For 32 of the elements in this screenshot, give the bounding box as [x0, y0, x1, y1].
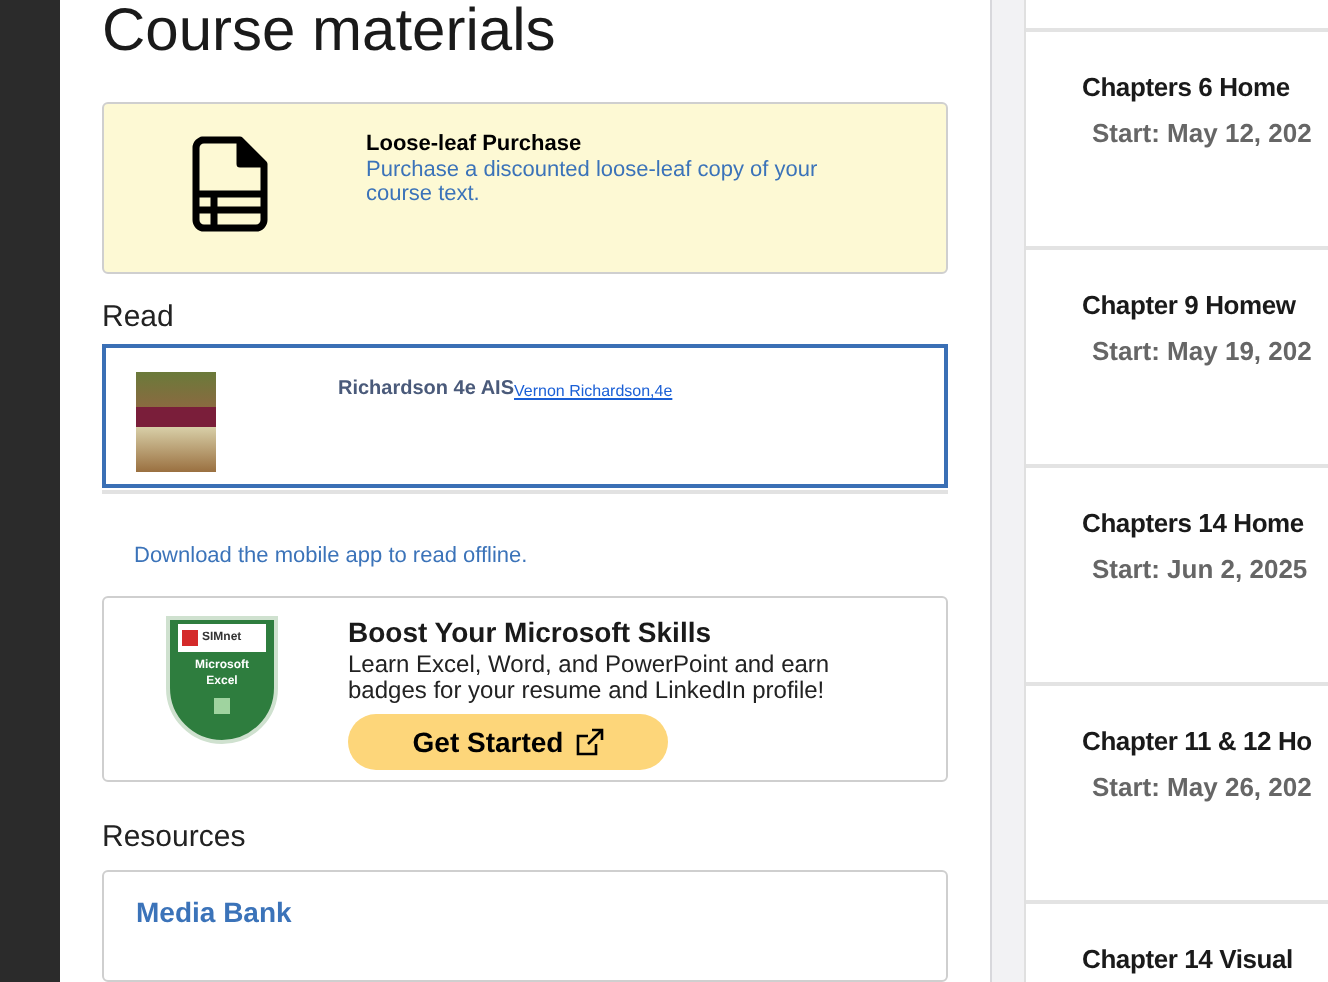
start-date: Start: May 19, 202	[1092, 336, 1312, 368]
card-title: Loose-leaf Purchase	[366, 130, 584, 158]
author-link[interactable]: Vernon Richardson,4e	[514, 381, 673, 402]
external-link-icon	[575, 728, 604, 757]
assignment-card[interactable]: Chapter 11 & 12 Ho Start: May 26, 202	[1026, 682, 1328, 900]
assignment-title: Chapter 14 Visual	[1082, 942, 1293, 976]
purchase-card[interactable]: Loose-leaf Purchase Purchase a discounted loose-leaf copy of your course text.	[102, 102, 948, 274]
assignment-title: Chapter 11 & 12 Ho	[1082, 724, 1312, 758]
get-started-button[interactable]: Get Started	[348, 714, 668, 771]
brand-logo-icon	[182, 630, 198, 647]
assignment-title: Chapter 9 Homew	[1082, 288, 1296, 322]
book-cover	[136, 371, 216, 472]
start-date: Start: Jun 2, 2025	[1092, 554, 1308, 586]
promo-description: Learn Excel, Word, and PowerPoint and earn badges for your resume and LinkedIn profile!	[348, 652, 832, 705]
promo-title: Boost Your Microsoft Skills	[348, 616, 712, 651]
book-title: Richardson 4e AIS	[338, 377, 514, 402]
section-heading: Resources	[102, 817, 246, 858]
assignment-card[interactable]: Chapter 9 Homew Start: May 19, 202	[1026, 246, 1328, 464]
resource-link[interactable]: Media Bank	[136, 895, 292, 928]
start-date: Start: May 26, 202	[1092, 772, 1312, 804]
document-icon	[192, 136, 268, 232]
download-note: Download the mobile app to read offline.	[134, 542, 528, 571]
assignment-card[interactable]: Chapters 6 Home Start: May 12, 202	[1026, 28, 1328, 246]
assignment-card[interactable]: Chapters 14 Home Start: Jun 2, 2025	[1026, 464, 1328, 682]
card-description: Purchase a discounted loose-leaf copy of your course text.	[366, 158, 820, 206]
assignment-title: Chapters 14 Home	[1082, 506, 1304, 540]
assignment-card[interactable]: Chapter 14 Visual	[1026, 900, 1328, 982]
book-card[interactable]: Richardson 4e AISVernon Richardson,4e	[102, 343, 948, 489]
section-heading: Read	[102, 297, 174, 338]
assignment-title: Chapters 6 Home	[1082, 70, 1290, 104]
start-date: Start: May 12, 202	[1092, 118, 1312, 150]
page-title: Course materials	[102, 0, 556, 66]
